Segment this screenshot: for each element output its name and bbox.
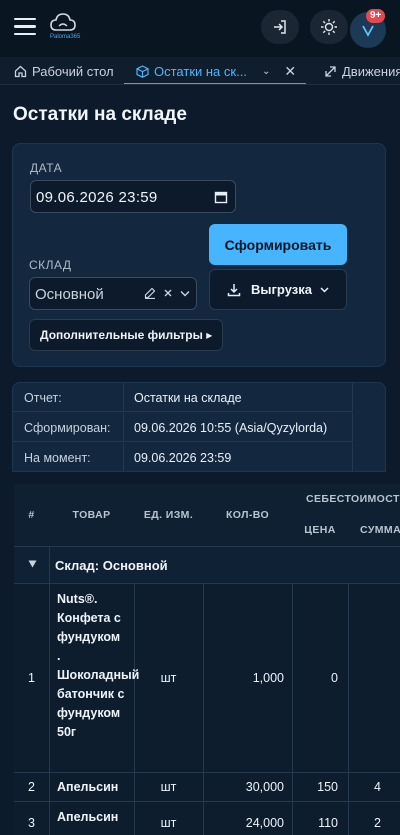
report-info-value: 09.06.2026 23:59: [134, 451, 232, 465]
filters-card: ДАТА 09.06.2026 23:59 Сформировать Выгру…: [12, 143, 386, 367]
login-icon: [274, 20, 286, 34]
box-icon: [136, 64, 149, 78]
table-cell-product[interactable]: Nuts®. Конфета с фундуком . Шоколадный б…: [49, 584, 139, 773]
col-header-sum[interactable]: СУММА: [348, 513, 400, 547]
report-info-row: На момент: 09.06.2026 23:59: [13, 443, 353, 471]
date-label: ДАТА: [30, 161, 63, 175]
report-info-row: Сформирован: 09.06.2026 10:55 (Asia/Qyzy…: [13, 413, 353, 442]
calendar-icon[interactable]: [214, 190, 228, 204]
chevron-down-icon[interactable]: [180, 290, 190, 297]
table-cell-unit: шт: [134, 772, 204, 802]
divider: [123, 413, 124, 441]
tab-bar: Рабочий стол Остатки на ск... ⌄ ✕ Движен…: [0, 57, 400, 85]
report-info-value: 09.06.2026 10:55 (Asia/Qyzylorda): [134, 421, 328, 435]
stock-table: # ТОВАР ЕД. ИЗМ. КОЛ-ВО СЕБЕСТОИМОСТЬ ЦЕ…: [14, 484, 400, 835]
report-info-key: Сформирован:: [24, 421, 111, 435]
chevron-down-icon: [320, 286, 329, 293]
col-header-unit[interactable]: ЕД. ИЗМ.: [134, 484, 204, 547]
notification-badge: 9+: [366, 9, 386, 23]
active-tab-indicator: [124, 83, 306, 84]
table-cell-unit: шт: [134, 801, 204, 835]
table-cell-sum: 2: [348, 801, 400, 835]
warehouse-select[interactable]: Основной: [29, 277, 197, 310]
tab-label: Рабочий стол: [32, 63, 114, 79]
download-icon: [227, 283, 241, 296]
divider: [352, 413, 353, 441]
col-header-product[interactable]: ТОВАР: [49, 484, 135, 547]
report-info-key: Отчет:: [24, 391, 62, 405]
group-label: Склад: Основной: [55, 558, 168, 573]
tab-label: Остатки на ск...: [154, 63, 247, 79]
hamburger-menu-icon[interactable]: [14, 18, 36, 36]
tab-stock-balances[interactable]: Остатки на ск... ⌄ ✕: [124, 57, 306, 84]
col-header-cost-group: СЕБЕСТОИМОСТЬ: [292, 484, 400, 514]
divider: [352, 443, 353, 471]
table-cell-sum: 4: [348, 772, 400, 802]
export-label: Выгрузка: [251, 282, 312, 297]
tab-dropdown-icon[interactable]: ⌄: [262, 66, 270, 77]
report-info-table: Отчет: Остатки на складе Сформирован: 09…: [12, 382, 386, 472]
table-cell-num: 3: [14, 801, 50, 835]
table-cell-sum: [348, 584, 400, 773]
report-info-row: Отчет: Остатки на складе: [13, 383, 353, 412]
divider: [49, 547, 50, 583]
divider: [123, 383, 124, 411]
date-field[interactable]: 09.06.2026 23:59: [30, 180, 236, 213]
app-logo[interactable]: Paloma365: [50, 12, 80, 44]
export-button[interactable]: Выгрузка: [209, 269, 347, 310]
divider: [352, 383, 353, 411]
additional-filters-button[interactable]: Дополнительные фильтры ▸: [29, 319, 223, 351]
divider: [123, 443, 124, 471]
cloud-logo-icon: [50, 13, 76, 31]
table-cell-product[interactable]: Апельсин: [49, 801, 135, 835]
col-header-qty[interactable]: КОЛ-ВО: [203, 484, 293, 547]
logo-text: Paloma365: [50, 34, 81, 40]
table-cell-price: 150: [292, 772, 349, 802]
table-cell-qty: 1,000: [203, 584, 293, 773]
table-cell-price: 110: [292, 801, 349, 835]
collapse-triangle-icon[interactable]: [28, 560, 37, 568]
warehouse-label: СКЛАД: [29, 258, 72, 272]
col-header-price[interactable]: ЦЕНА: [292, 513, 349, 547]
edit-icon[interactable]: [144, 287, 156, 299]
report-info-key: На момент:: [24, 451, 91, 465]
table-cell-product[interactable]: Апельсин: [49, 772, 135, 802]
generate-button[interactable]: Сформировать: [209, 224, 347, 265]
date-value: 09.06.2026 23:59: [36, 189, 158, 206]
page-title: Остатки на складе: [13, 104, 187, 125]
expand-arrows-icon: [325, 65, 336, 77]
table-cell-num: 1: [14, 584, 50, 773]
table-cell-num: 2: [14, 772, 50, 802]
bell-icon: [362, 25, 374, 37]
table-cell-price: 0: [292, 584, 349, 773]
report-info-value: Остатки на складе: [134, 391, 242, 405]
tab-close-icon[interactable]: ✕: [284, 63, 296, 80]
theme-toggle-button[interactable]: [310, 10, 348, 44]
tab-dashboard[interactable]: Рабочий стол: [14, 57, 114, 84]
table-cell-unit: шт: [134, 584, 204, 773]
clear-icon[interactable]: [163, 288, 173, 298]
top-bar: Paloma365 9+: [0, 0, 400, 57]
tab-movements[interactable]: Движения: [324, 57, 400, 84]
group-row-warehouse[interactable]: Склад: Основной: [14, 547, 400, 584]
table-cell-qty: 24,000: [203, 801, 293, 835]
sun-icon: [321, 19, 337, 35]
tab-label: Движения: [342, 63, 400, 79]
col-header-num[interactable]: #: [14, 484, 50, 547]
login-button[interactable]: [261, 10, 299, 44]
home-icon: [14, 65, 27, 77]
table-cell-qty: 30,000: [203, 772, 293, 802]
warehouse-value: Основной: [35, 286, 104, 303]
